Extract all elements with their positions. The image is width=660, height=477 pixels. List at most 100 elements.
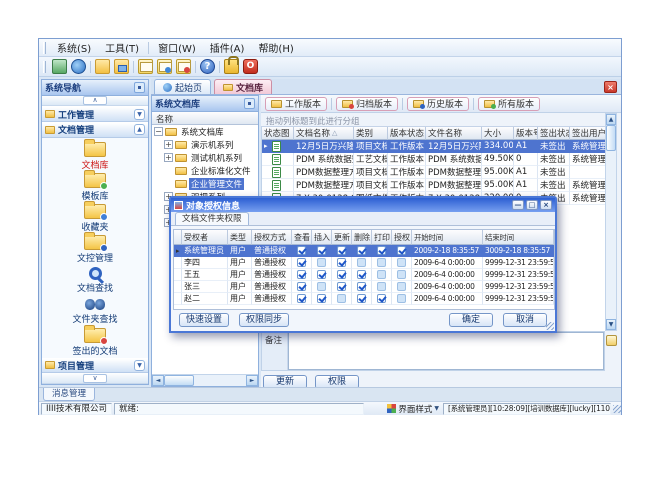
view-checkbox[interactable] — [297, 246, 306, 255]
update-checkbox[interactable] — [337, 282, 346, 291]
cancel-button[interactable]: 取消 — [503, 313, 547, 327]
insert-checkbox[interactable] — [317, 294, 326, 303]
toolbar-grip[interactable] — [43, 61, 46, 73]
column-start-time[interactable]: 开始时间 — [412, 230, 483, 245]
mail-alert-icon[interactable] — [176, 59, 191, 74]
column-grant[interactable]: 授权 — [392, 230, 412, 245]
tree-node[interactable]: 企业标准化文件 — [152, 164, 258, 177]
update-checkbox[interactable] — [337, 258, 346, 267]
column-insert[interactable]: 插入 — [312, 230, 332, 245]
delete-checkbox[interactable] — [357, 246, 366, 255]
permission-row[interactable]: 张三 用户 普通授权 2009-6-4 0:00:00 9999-12-31 2… — [174, 281, 555, 293]
table-row[interactable]: ▸ 12月5日万兴隆同行... 项目文档 工作版本 12月5日万兴隆同行... … — [262, 140, 605, 153]
ok-button[interactable]: 确定 — [449, 313, 493, 327]
menu-tools[interactable]: 工具(T) — [98, 38, 146, 57]
grant-checkbox[interactable] — [397, 282, 406, 291]
delete-checkbox[interactable] — [357, 258, 366, 267]
insert-checkbox[interactable] — [317, 282, 326, 291]
delete-checkbox[interactable] — [357, 282, 366, 291]
expand-icon[interactable]: + — [164, 140, 173, 149]
column-file-name[interactable]: 文件名称 — [426, 127, 482, 140]
archive-version-button[interactable]: 归档版本 — [336, 97, 398, 111]
globe-icon[interactable] — [71, 59, 86, 74]
scroll-up-icon[interactable]: ▲ — [606, 114, 616, 125]
menu-help[interactable]: 帮助(H) — [251, 38, 300, 57]
quick-setup-button[interactable]: 快速设置 — [179, 313, 229, 327]
nav-collapse-strip-bottom[interactable]: ∨ — [42, 373, 148, 384]
interface-style-dropdown[interactable]: 界面样式 ▼ — [398, 403, 439, 415]
tab-folder-permissions[interactable]: 文档文件夹权限 — [175, 212, 249, 225]
column-view[interactable]: 查看 — [292, 230, 312, 245]
column-version-no[interactable]: 版本号 — [514, 127, 538, 140]
view-checkbox[interactable] — [297, 258, 306, 267]
tree-node[interactable]: + 测试机机系列 — [152, 151, 258, 164]
open-folder-icon[interactable] — [95, 59, 110, 74]
delete-checkbox[interactable] — [357, 270, 366, 279]
view-checkbox[interactable] — [297, 270, 306, 279]
column-delete[interactable]: 删除 — [352, 230, 372, 245]
scrollbar-thumb[interactable] — [164, 375, 194, 386]
lock-icon[interactable] — [224, 59, 239, 74]
print-checkbox[interactable] — [377, 294, 386, 303]
column-version-status[interactable]: 版本状态 — [388, 127, 426, 140]
nav-group-work[interactable]: 工作管理 ▼ — [42, 106, 148, 122]
tab-document-library[interactable]: 文档库 — [214, 79, 272, 94]
tab-message-management[interactable]: 消息管理 — [43, 388, 95, 401]
remark-textarea[interactable] — [288, 332, 604, 370]
grant-checkbox[interactable] — [397, 270, 406, 279]
permission-sync-button[interactable]: 权限同步 — [239, 313, 289, 327]
chevron-up-icon[interactable]: ▲ — [134, 124, 145, 135]
table-row[interactable]: PDM 系统数据整理检... 工艺文档 工作版本 PDM 系统数据整理... 4… — [262, 153, 605, 166]
column-grant-mode[interactable]: 授权方式 — [252, 230, 292, 245]
grant-checkbox[interactable] — [397, 294, 406, 303]
insert-checkbox[interactable] — [317, 246, 326, 255]
insert-checkbox[interactable] — [317, 270, 326, 279]
nav-group-project[interactable]: 项目管理 ▼ — [42, 358, 148, 374]
column-checkout-status[interactable]: 签出状态 — [538, 127, 570, 140]
resize-grip[interactable] — [613, 405, 621, 413]
close-icon[interactable]: × — [540, 200, 552, 210]
expand-icon[interactable]: + — [164, 153, 173, 162]
exit-icon[interactable]: O — [243, 59, 258, 74]
column-category[interactable]: 类别 — [354, 127, 388, 140]
pin-icon[interactable] — [244, 98, 255, 109]
scroll-left-icon[interactable]: ◄ — [152, 375, 164, 386]
print-checkbox[interactable] — [377, 258, 386, 267]
pin-icon[interactable] — [134, 82, 145, 93]
maximize-icon[interactable]: □ — [526, 200, 538, 210]
mail-icon[interactable] — [138, 59, 153, 74]
update-checkbox[interactable] — [337, 270, 346, 279]
permission-row[interactable]: ▸ 系统管理员 用户 普通授权 2009-2-18 8:35:57 3009-2… — [174, 245, 555, 257]
table-row[interactable]: PDM数据整理方案2.doc 项目文档 工作版本 PDM数据整理方案2.doc … — [262, 179, 605, 192]
sidebar-item-document-library[interactable]: 文档库 — [42, 141, 148, 172]
print-checkbox[interactable] — [377, 246, 386, 255]
sidebar-item-doc-search[interactable]: 文档查找 — [42, 265, 148, 296]
permission-row[interactable]: 李四 用户 普通授权 2009-6-4 0:00:00 9999-12-31 2… — [174, 257, 555, 269]
update-checkbox[interactable] — [337, 294, 346, 303]
tree-node[interactable]: + 演示机系列 — [152, 138, 258, 151]
column-status-icon[interactable]: 状态图 — [262, 127, 294, 140]
grant-checkbox[interactable] — [397, 246, 406, 255]
permission-row[interactable]: 王五 用户 普通授权 2009-6-4 0:00:00 9999-12-31 2… — [174, 269, 555, 281]
collapse-icon[interactable]: − — [154, 127, 163, 136]
minimize-icon[interactable]: — — [512, 200, 524, 210]
help-icon[interactable]: ? — [200, 59, 215, 74]
toolbar-grip[interactable] — [43, 42, 46, 54]
sidebar-item-favorites[interactable]: 收藏夹 — [42, 203, 148, 234]
scroll-right-icon[interactable]: ► — [246, 375, 258, 386]
tree-node-selected[interactable]: 企业管理文件 — [152, 177, 258, 190]
sidebar-item-folder-search[interactable]: 文件夹查找 — [42, 296, 148, 327]
sidebar-item-template-library[interactable]: 模板库 — [42, 172, 148, 203]
tab-start-page[interactable]: 起始页 — [154, 79, 211, 94]
nav-collapse-strip-top[interactable]: ∧ — [42, 96, 148, 107]
column-end-time[interactable]: 结束时间 — [483, 230, 554, 245]
column-doc-name[interactable]: 文档名称△ — [294, 127, 354, 140]
dialog-titlebar[interactable]: 对象授权信息 — □ × — [171, 198, 555, 212]
menu-system[interactable]: 系统(S) — [50, 38, 98, 57]
menu-window[interactable]: 窗口(W) — [151, 38, 203, 57]
print-checkbox[interactable] — [377, 270, 386, 279]
folder-properties-icon[interactable] — [114, 59, 129, 74]
column-grantee[interactable]: 受权者 — [182, 230, 228, 245]
column-size[interactable]: 大小 — [482, 127, 514, 140]
permission-row[interactable]: 赵二 用户 普通授权 2009-6-4 0:00:00 9999-12-31 2… — [174, 293, 555, 305]
